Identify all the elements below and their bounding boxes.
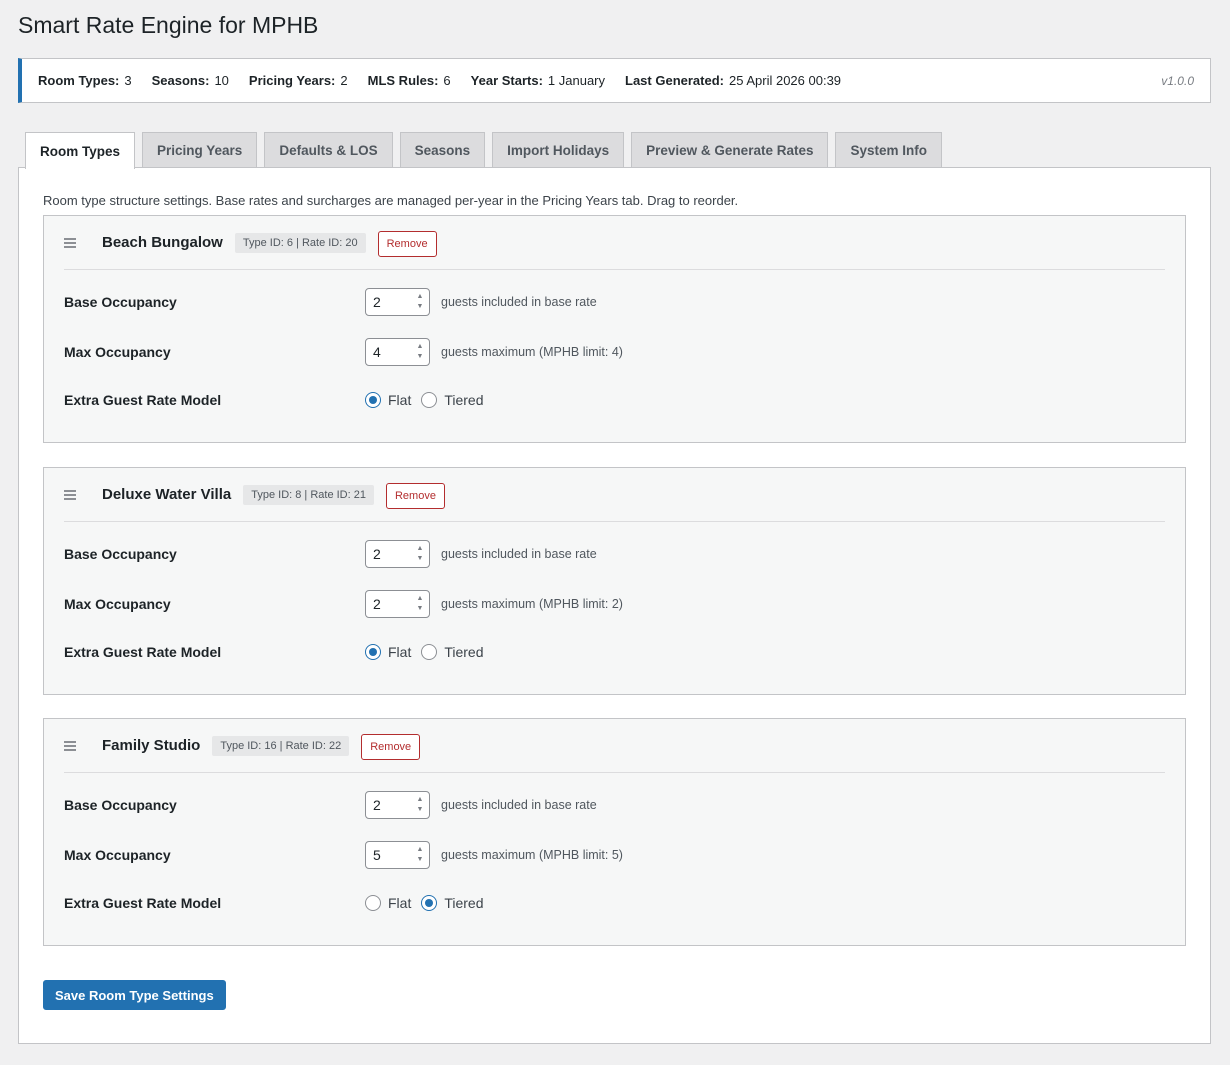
tab-system-info[interactable]: System Info bbox=[835, 132, 943, 168]
tiered-radio[interactable] bbox=[421, 895, 438, 911]
max-occupancy-row: Max Occupancy 5 ▲ ▼ guests maximum (MPHB l… bbox=[64, 840, 1165, 870]
room-ids-badge: Type ID: 6 | Rate ID: 20 bbox=[234, 233, 366, 253]
rate-model-radio-group: Flat Tiered bbox=[365, 392, 494, 408]
rate-model-radio-group: Flat Tiered bbox=[365, 644, 494, 660]
rate-model-row: Extra Guest Rate Model Flat Tiered bbox=[64, 385, 1165, 415]
tab-seasons[interactable]: Seasons bbox=[399, 132, 486, 168]
base-occupancy-input[interactable]: 2 ▲ ▼ bbox=[365, 540, 430, 568]
max-occupancy-hint: guests maximum (MPHB limit: 5) bbox=[441, 848, 623, 862]
intro-text: Room type structure settings. Base rates… bbox=[43, 193, 739, 208]
spinner-arrows-icon[interactable]: ▲ ▼ bbox=[415, 343, 425, 361]
rate-model-row: Extra Guest Rate Model Flat Tiered bbox=[64, 888, 1165, 918]
base-occupancy-input[interactable]: 2 ▲ ▼ bbox=[365, 791, 430, 819]
stat-room-types: Room Types: 3 bbox=[38, 73, 132, 88]
room-card: Deluxe Water Villa Type ID: 8 | Rate ID:… bbox=[43, 467, 1186, 695]
rate-model-label: Extra Guest Rate Model bbox=[64, 644, 222, 660]
room-header: Beach Bungalow Type ID: 6 | Rate ID: 20 … bbox=[64, 231, 1165, 270]
tiered-radio[interactable] bbox=[421, 644, 438, 660]
flat-radio[interactable] bbox=[365, 392, 381, 408]
drag-handle-icon[interactable] bbox=[64, 490, 76, 500]
remove-button[interactable]: Remove bbox=[385, 483, 445, 509]
page-title: Smart Rate Engine for MPHB bbox=[18, 12, 319, 38]
tab-defaults-los[interactable]: Defaults & LOS bbox=[264, 132, 393, 168]
rate-model-label: Extra Guest Rate Model bbox=[64, 392, 222, 408]
stats-bar: Room Types: 3 Seasons: 10 Pricing Years: 2 … bbox=[18, 58, 1211, 103]
base-occupancy-row: Base Occupancy 2 ▲ ▼ guests included in ba… bbox=[64, 790, 1165, 820]
drag-handle-icon[interactable] bbox=[64, 741, 76, 751]
remove-button[interactable]: Remove bbox=[361, 734, 421, 760]
remove-button[interactable]: Remove bbox=[377, 231, 437, 257]
max-occupancy-input[interactable]: 4 ▲ ▼ bbox=[365, 338, 430, 366]
stat-seasons: Seasons: 10 bbox=[151, 73, 229, 88]
tiered-label: Tiered bbox=[444, 392, 484, 408]
tiered-label: Tiered bbox=[444, 644, 484, 660]
stat-mls-rules: MLS Rules: 6 bbox=[367, 73, 451, 88]
spinner-arrows-icon[interactable]: ▲ ▼ bbox=[415, 545, 425, 563]
tab-room-types[interactable]: Room Types bbox=[25, 132, 136, 169]
max-occupancy-input[interactable]: 2 ▲ ▼ bbox=[365, 590, 430, 618]
max-occupancy-hint: guests maximum (MPHB limit: 2) bbox=[441, 597, 623, 611]
max-occupancy-label: Max Occupancy bbox=[64, 344, 171, 360]
max-occupancy-row: Max Occupancy 4 ▲ ▼ guests maximum (MPHB l… bbox=[64, 337, 1165, 367]
tiered-label: Tiered bbox=[444, 895, 484, 911]
stat-year-starts: Year Starts: 1 January bbox=[470, 73, 606, 88]
flat-radio[interactable] bbox=[365, 895, 381, 911]
room-ids-badge: Type ID: 8 | Rate ID: 21 bbox=[243, 485, 374, 505]
max-occupancy-label: Max Occupancy bbox=[64, 847, 171, 863]
stat-last-generated: Last Generated: 25 April 2026 00:39 bbox=[625, 73, 842, 88]
rate-model-label: Extra Guest Rate Model bbox=[64, 895, 222, 911]
spinner-arrows-icon[interactable]: ▲ ▼ bbox=[415, 595, 425, 613]
max-occupancy-label: Max Occupancy bbox=[64, 596, 171, 612]
tab-bar: Room Types Pricing Years Defaults & LOS … bbox=[25, 132, 943, 169]
tab-preview-generate[interactable]: Preview & Generate Rates bbox=[631, 132, 829, 168]
drag-handle-icon[interactable] bbox=[64, 238, 76, 248]
rate-model-radio-group: Flat Tiered bbox=[365, 895, 494, 911]
base-occupancy-hint: guests included in base rate bbox=[441, 295, 597, 309]
spinner-arrows-icon[interactable]: ▲ ▼ bbox=[415, 846, 425, 864]
base-occupancy-hint: guests included in base rate bbox=[441, 798, 597, 812]
spinner-arrows-icon[interactable]: ▲ ▼ bbox=[415, 293, 425, 311]
room-name: Deluxe Water Villa bbox=[102, 486, 232, 503]
rate-model-row: Extra Guest Rate Model Flat Tiered bbox=[64, 637, 1165, 667]
flat-label: Flat bbox=[388, 895, 412, 911]
room-types-panel: Room type structure settings. Base rates… bbox=[18, 167, 1211, 1044]
room-ids-badge: Type ID: 16 | Rate ID: 22 bbox=[212, 736, 350, 756]
tiered-radio[interactable] bbox=[421, 392, 438, 408]
max-occupancy-hint: guests maximum (MPHB limit: 4) bbox=[441, 345, 623, 359]
base-occupancy-row: Base Occupancy 2 ▲ ▼ guests included in ba… bbox=[64, 287, 1165, 317]
base-occupancy-label: Base Occupancy bbox=[64, 797, 177, 813]
base-occupancy-label: Base Occupancy bbox=[64, 294, 177, 310]
flat-radio[interactable] bbox=[365, 644, 381, 660]
tab-pricing-years[interactable]: Pricing Years bbox=[142, 132, 258, 168]
version-label: v1.0.0 bbox=[1161, 73, 1194, 88]
room-name: Beach Bungalow bbox=[102, 234, 223, 251]
save-room-type-settings-button[interactable]: Save Room Type Settings bbox=[43, 980, 226, 1010]
max-occupancy-row: Max Occupancy 2 ▲ ▼ guests maximum (MPHB l… bbox=[64, 589, 1165, 619]
base-occupancy-label: Base Occupancy bbox=[64, 546, 177, 562]
tab-import-holidays[interactable]: Import Holidays bbox=[492, 132, 625, 168]
flat-label: Flat bbox=[388, 644, 412, 660]
stat-pricing-years: Pricing Years: 2 bbox=[248, 73, 348, 88]
base-occupancy-input[interactable]: 2 ▲ ▼ bbox=[365, 288, 430, 316]
max-occupancy-input[interactable]: 5 ▲ ▼ bbox=[365, 841, 430, 869]
room-header: Family Studio Type ID: 16 | Rate ID: 22 … bbox=[64, 734, 1165, 773]
base-occupancy-hint: guests included in base rate bbox=[441, 547, 597, 561]
room-card: Beach Bungalow Type ID: 6 | Rate ID: 20 … bbox=[43, 215, 1186, 443]
flat-label: Flat bbox=[388, 392, 412, 408]
spinner-arrows-icon[interactable]: ▲ ▼ bbox=[415, 796, 425, 814]
room-name: Family Studio bbox=[102, 737, 201, 754]
base-occupancy-row: Base Occupancy 2 ▲ ▼ guests included in ba… bbox=[64, 539, 1165, 569]
room-header: Deluxe Water Villa Type ID: 8 | Rate ID:… bbox=[64, 483, 1165, 522]
room-card: Family Studio Type ID: 16 | Rate ID: 22 … bbox=[43, 718, 1186, 946]
